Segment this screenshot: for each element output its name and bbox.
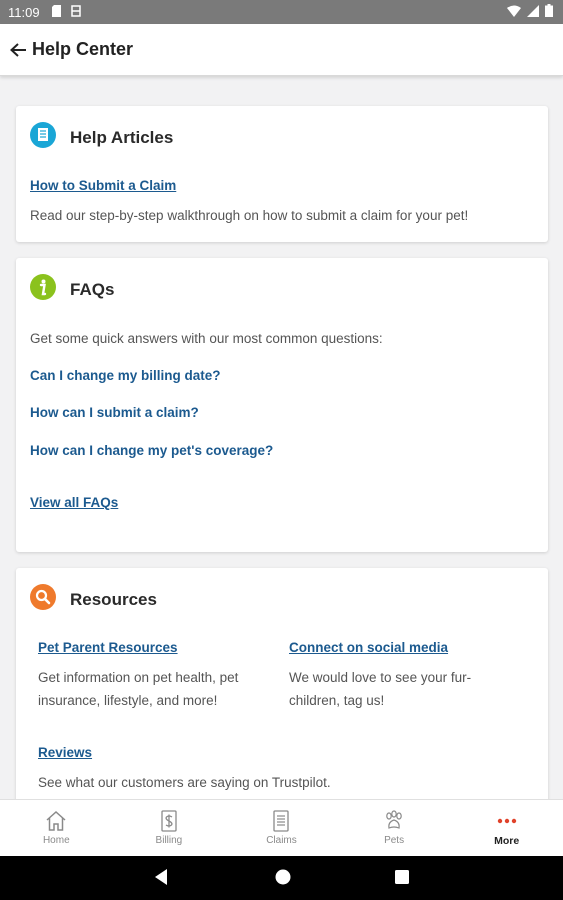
- connect-social-media-link[interactable]: Connect on social media: [289, 640, 448, 655]
- nav-home[interactable]: Home: [0, 800, 113, 856]
- status-time: 11:09: [8, 4, 40, 20]
- resources-header: Resources: [30, 584, 157, 615]
- pet-parent-resources-desc-2: insurance, lifestyle, and more!: [38, 693, 218, 708]
- paw-icon: [386, 810, 402, 829]
- faqs-intro: Get some quick answers with our most com…: [30, 331, 383, 346]
- faqs-header: FAQs: [30, 274, 114, 305]
- arrow-left-icon: [10, 42, 26, 57]
- nav-home-label: Home: [42, 835, 70, 846]
- dollar-icon: [161, 810, 177, 832]
- help-articles-description: Read our step-by-step walkthrough on how…: [30, 208, 469, 223]
- reviews-link[interactable]: Reviews: [38, 745, 92, 760]
- wifi-icon: [507, 5, 521, 20]
- faqs-title: FAQs: [70, 279, 115, 299]
- nav-claims[interactable]: Claims: [225, 800, 338, 856]
- connect-social-media-desc-1: We would love to see your fur-: [289, 670, 472, 685]
- view-all-faqs-link[interactable]: View all FAQs: [30, 495, 118, 510]
- battery-icon: [545, 4, 553, 20]
- system-back-icon[interactable]: [153, 868, 169, 891]
- bottom-navigation: Home Billing Claims Pets More: [0, 799, 563, 856]
- page-title: Help Center: [32, 39, 134, 59]
- status-bar: 11:09: [0, 0, 563, 24]
- nav-billing-label: Billing: [155, 835, 183, 846]
- nav-billing[interactable]: Billing: [113, 800, 226, 856]
- nav-more-label: More: [494, 834, 520, 847]
- article-icon: [30, 122, 56, 153]
- system-home-icon[interactable]: [274, 868, 292, 891]
- help-articles-title: Help Articles: [70, 127, 174, 147]
- more-dots-icon: [497, 818, 516, 823]
- magnifier-icon: [30, 584, 56, 615]
- resources-card: Resources Pet Parent Resources Get infor…: [16, 568, 548, 808]
- how-to-submit-claim-link[interactable]: How to Submit a Claim: [30, 178, 176, 193]
- faq-item-pet-coverage[interactable]: How can I change my pet's coverage?: [30, 443, 273, 458]
- nav-pets-label: Pets: [384, 835, 405, 846]
- home-icon: [46, 810, 66, 831]
- nav-more[interactable]: More: [450, 800, 563, 856]
- connect-social-media-desc-2: children, tag us!: [289, 693, 385, 708]
- resources-title: Resources: [70, 589, 157, 609]
- info-icon: [30, 274, 56, 305]
- faq-item-submit-claim[interactable]: How can I submit a claim?: [30, 405, 199, 420]
- help-articles-header: Help Articles: [30, 122, 173, 153]
- nav-pets[interactable]: Pets: [338, 800, 451, 856]
- signal-icon: [527, 4, 539, 20]
- faqs-card: FAQs Get some quick answers with our mos…: [16, 258, 548, 552]
- storage-icon: [70, 4, 81, 20]
- pet-parent-resources-desc-1: Get information on pet health, pet: [38, 670, 239, 685]
- pet-parent-resources-link[interactable]: Pet Parent Resources: [38, 640, 178, 655]
- system-navigation-bar: [0, 856, 563, 900]
- document-icon: [273, 810, 290, 832]
- sd-card-icon: [51, 4, 63, 20]
- system-recents-icon[interactable]: [394, 868, 410, 891]
- reviews-desc: See what our customers are saying on Tru…: [38, 775, 331, 790]
- back-button[interactable]: [4, 24, 32, 76]
- app-bar: Help Center: [0, 24, 563, 76]
- help-articles-card: Help Articles How to Submit a Claim Read…: [16, 106, 548, 242]
- faq-item-billing-date[interactable]: Can I change my billing date?: [30, 368, 221, 383]
- nav-claims-label: Claims: [266, 835, 297, 846]
